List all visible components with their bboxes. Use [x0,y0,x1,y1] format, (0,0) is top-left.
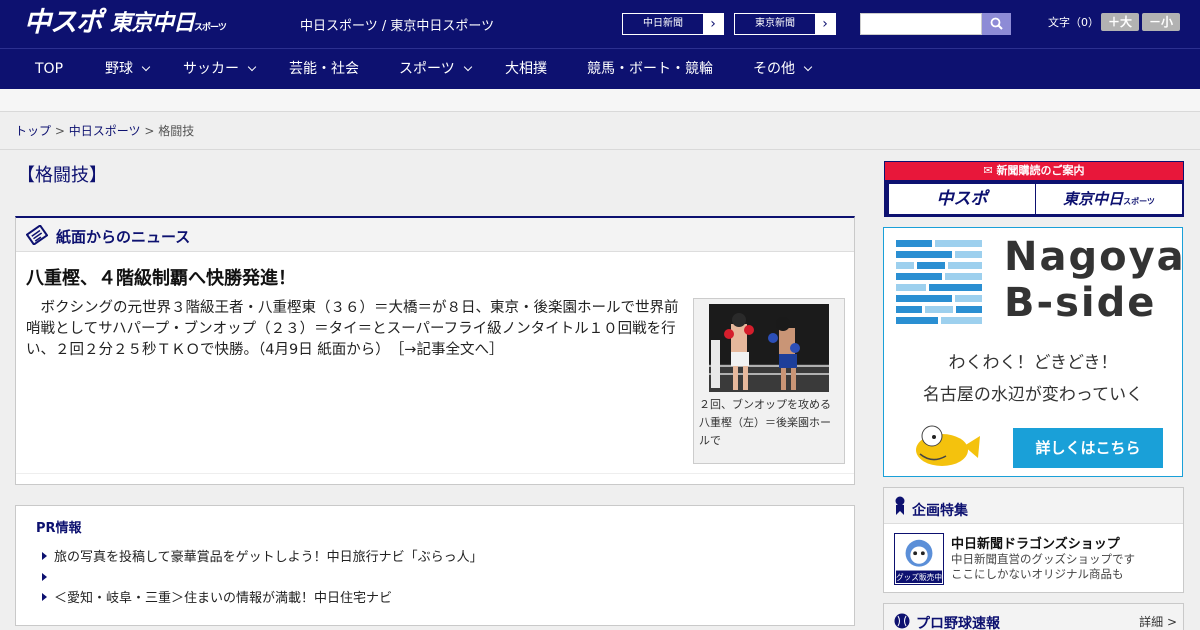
baseball-icon [894,613,910,629]
nav-item-sumo[interactable]: 大相撲 [505,49,547,89]
nav-item-top[interactable]: TOP [35,49,63,89]
subscribe-tokyo-small: スポーツ [1123,197,1155,206]
pr-item-travel[interactable]: 旅の写真を投稿して豪華賞品をゲットしよう！中日旅行ナビ「ぶらっ人」 [54,546,483,565]
nagoya-bside-ad[interactable]: Nagoya B-side わくわく！どきどき！ 名古屋の水辺が変わっていく 詳… [883,227,1186,477]
tokyo-shimbun-link[interactable]: 東京新聞 › [734,13,836,35]
divider [16,473,854,474]
feature-header: 企画特集 [884,488,1183,524]
subscribe-header-label: 新聞購読のご案内 [996,164,1085,177]
bside-title-nagoya: Nagoya [1004,234,1186,280]
nav-item-soccer[interactable]: サッカー [183,49,257,89]
divider [0,149,1200,150]
nav-item-entertainment[interactable]: 芸能・社会 [289,49,359,89]
nav-label: その他 [753,61,795,77]
nav-item-other[interactable]: その他 [753,49,813,89]
chunichi-shimbun-label: 中日新聞 [643,18,683,29]
nav-label: 野球 [105,61,133,77]
article-title[interactable]: 八重樫、４階級制覇へ快勝発進！ [26,264,296,290]
nav-label: スポーツ [399,61,455,77]
news-section-header: 紙面からのニュース [16,218,854,252]
pr-section: PR情報 旅の写真を投稿して豪華賞品をゲットしよう！中日旅行ナビ「ぶらっ人」 ＜… [15,505,855,626]
subscribe-banner: ✉ 新聞購読のご案内 中スポ 東京中日スポーツ [884,161,1184,217]
pr-item-housing[interactable]: ＜愛知・岐阜・三重＞住まいの情報が満載！中日住宅ナビ [54,587,392,606]
site-title: 中日スポーツ / 東京中日スポーツ [300,19,495,34]
bullet-icon [42,552,47,560]
feature-title: 企画特集 [912,503,968,519]
baseball-score-section: プロ野球速報 詳細 > [883,603,1184,630]
feature-desc-line: ここにしかないオリジナル商品も [951,567,1124,581]
chevron-down-icon [803,62,813,72]
ad-band [0,89,1200,112]
subscribe-tokyo-button[interactable]: 東京中日スポーツ [1036,184,1182,214]
chevron-right-icon: › [703,14,723,34]
subscribe-chuspo-button[interactable]: 中スポ [889,184,1035,214]
nav-item-baseball[interactable]: 野球 [105,49,151,89]
nav-label: TOP [35,61,64,77]
nav-label: 芸能・社会 [289,61,359,77]
tokyo-chunichi-logo-small: スポーツ [194,23,227,33]
breadcrumb-top[interactable]: トップ [15,124,51,138]
feature-section: 企画特集 グッズ販売中 中日新聞ドラゴンズショップ 中日新聞直営のグッズショップ… [883,487,1184,593]
page-title: 【格闘技】 [17,165,107,186]
font-size-label: 文字（0） [1048,16,1099,29]
main-nav: TOP 野球 サッカー 芸能・社会 スポーツ 大相撲 競馬・ボート・競輪 その他 [0,48,1200,89]
ribbon-icon [895,496,905,515]
chevron-down-icon [463,62,472,72]
feature-item-name[interactable]: 中日新聞ドラゴンズショップ [951,533,1120,552]
tokyo-chunichi-logo[interactable]: 東京中日スポーツ [110,8,227,40]
breadcrumb: トップ > 中日スポーツ > 格闘技 [15,122,194,139]
article-photo-box: ２回、ブンオップを攻める八重樫（左）＝後楽園ホールで [693,298,845,464]
bside-title-bside: B-side [1004,280,1157,326]
breadcrumb-separator: > [54,124,65,138]
bullet-icon [42,573,47,581]
subscribe-tokyo-label: 東京中日 [1063,190,1124,208]
news-section: 紙面からのニュース 八重樫、４階級制覇へ快勝発進！ ボクシングの元世界３階級王者… [15,216,855,485]
tokyo-shimbun-label: 東京新聞 [755,18,795,29]
nav-label: 大相撲 [505,61,547,77]
article-body: ボクシングの元世界３階級王者・八重樫東（３６）＝大橋＝が８日、東京・後楽園ホール… [26,298,688,361]
search-input[interactable] [860,13,982,35]
bside-tagline-2: 名古屋の水辺が変わっていく [922,385,1144,405]
shrimp-mascot-icon [916,425,980,466]
feature-item-desc: 中日新聞直営のグッズショップです ここにしかないオリジナル商品も [951,552,1135,582]
chevron-down-icon [141,62,151,72]
baseball-details-link[interactable]: 詳細 > [1139,613,1177,630]
font-smaller-button[interactable]: －小 [1142,13,1180,31]
nav-label: 競馬・ボート・競輪 [587,61,713,77]
tokyo-chunichi-logo-text: 東京中日 [110,11,195,36]
font-larger-button[interactable]: ＋大 [1101,13,1139,31]
bullet-icon [42,593,47,601]
bside-details-button[interactable]: 詳しくはこちら [1013,428,1163,468]
envelope-icon: ✉ [983,164,997,177]
nav-item-racing[interactable]: 競馬・ボート・競輪 [587,49,713,89]
bside-logo-mark [896,240,982,324]
read-more-link[interactable]: ［→記事全文へ］ [397,342,503,358]
chevron-down-icon [247,62,257,72]
pr-title: PR情報 [36,521,82,536]
subscribe-header[interactable]: ✉ 新聞購読のご案内 [885,162,1183,180]
breadcrumb-separator: > [144,124,155,138]
dragons-shop-thumbnail[interactable]: グッズ販売中 [894,533,944,585]
news-section-title: 紙面からのニュース [56,228,191,246]
photo-caption: ２回、ブンオップを攻める八重樫（左）＝後楽園ホールで [699,398,831,447]
bside-tagline-1: わくわく！どきどき！ [948,353,1118,373]
chuspo-logo[interactable]: 中スポ [24,8,103,40]
chevron-right-icon: › [815,14,835,34]
chunichi-shimbun-link[interactable]: 中日新聞 › [622,13,724,35]
search-icon [990,17,1003,30]
top-header: 中スポ 東京中日スポーツ 中日スポーツ / 東京中日スポーツ 中日新聞 › 東京… [0,0,1200,48]
breadcrumb-chuspo[interactable]: 中日スポーツ [69,124,141,138]
article-text: ボクシングの元世界３階級王者・八重樫東（３６）＝大橋＝が８日、東京・後楽園ホール… [26,300,679,358]
nav-label: サッカー [183,61,239,77]
feature-desc-line: 中日新聞直営のグッズショップです [951,552,1135,566]
nav-item-sports[interactable]: スポーツ [399,49,472,89]
breadcrumb-current: 格闘技 [158,124,195,138]
thumbnail-label: グッズ販売中 [896,572,942,582]
newspaper-icon [26,225,48,245]
baseball-score-title: プロ野球速報 [916,616,1000,630]
search-button[interactable] [982,13,1011,35]
article-photo[interactable] [709,304,829,392]
